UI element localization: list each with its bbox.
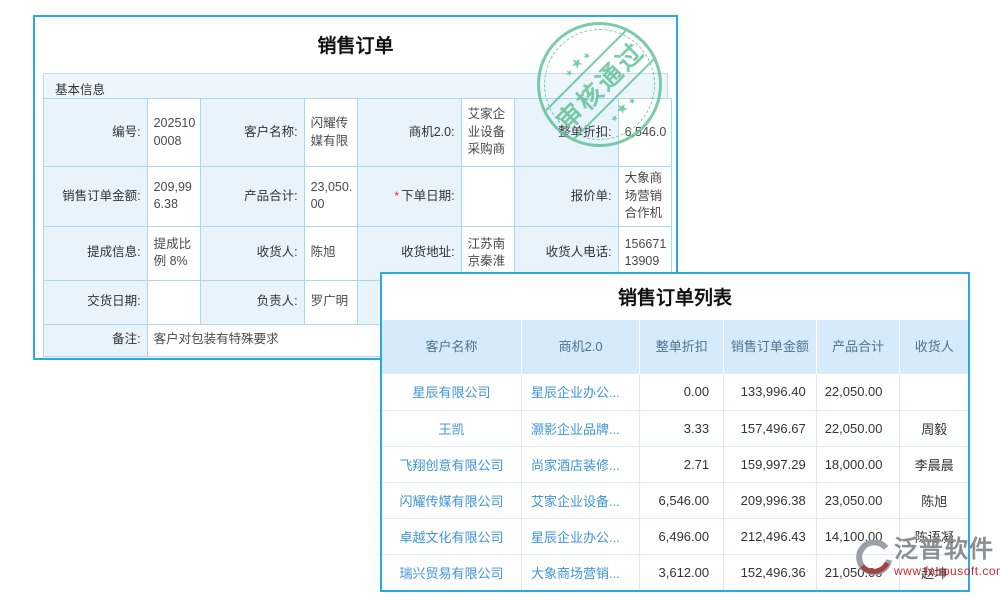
column-header-1: 商机2.0 (521, 320, 639, 374)
customer-link[interactable]: 卓越文化有限公司 (382, 518, 521, 554)
table-row[interactable]: 闪耀传媒有限公司艾家企业设备...6,546.00209,996.3823,05… (382, 482, 968, 518)
column-header-4: 产品合计 (816, 320, 900, 374)
form-field-label: 商机2.0: (357, 99, 461, 167)
form-row: 销售订单金额:209,996.38产品合计:23,050.00*下单日期: 报价单… (44, 167, 672, 227)
vendor-url: www.fanpusoft.com (894, 564, 1000, 578)
cell: 2.71 (640, 446, 724, 482)
form-field-label: *下单日期: (357, 167, 461, 227)
vendor-name: 泛普软件 (894, 536, 1000, 564)
form-field-value: 2025100008 (147, 99, 200, 167)
table-row[interactable]: 飞翔创意有限公司尚家酒店装修...2.71159,997.2918,000.00… (382, 446, 968, 482)
form-field-value: 陈旭 (304, 226, 357, 280)
table-row[interactable]: 星辰有限公司星辰企业办公...0.00133,996.4022,050.00 (382, 374, 968, 410)
cell: 23,050.00 (816, 482, 900, 518)
opportunity-link[interactable]: 灏影企业品牌... (521, 410, 639, 446)
cell: 159,997.29 (724, 446, 817, 482)
form-field-label: 报价单: (514, 167, 618, 227)
cell: 3.33 (640, 410, 724, 446)
form-field-label: 产品合计: (200, 167, 304, 227)
column-header-2: 整单折扣 (640, 320, 724, 374)
opportunity-link[interactable]: 大象商场营销... (521, 554, 639, 590)
column-header-5: 收货人 (900, 320, 968, 374)
cell: 157,496.67 (724, 410, 817, 446)
vendor-watermark: 泛普软件 www.fanpusoft.com (856, 536, 1000, 578)
form-field-label: 客户名称: (200, 99, 304, 167)
form-field-value: 209,996.38 (147, 167, 200, 227)
opportunity-link[interactable]: 艾家企业设备... (521, 482, 639, 518)
column-header-0: 客户名称 (382, 320, 521, 374)
cell: 0.00 (640, 374, 724, 410)
list-title: 销售订单列表 (382, 274, 968, 320)
form-field-label: 提成信息: (44, 226, 148, 280)
customer-link[interactable]: 王凯 (382, 410, 521, 446)
cell: 22,050.00 (816, 374, 900, 410)
customer-link[interactable]: 星辰有限公司 (382, 374, 521, 410)
cell: 18,000.00 (816, 446, 900, 482)
form-field-value (147, 280, 200, 324)
cell: 209,996.38 (724, 482, 817, 518)
cell: 3,612.00 (640, 554, 724, 590)
cell: 6,496.00 (640, 518, 724, 554)
form-field-label: 备注: (44, 324, 148, 356)
cell: 6,546.00 (640, 482, 724, 518)
form-field-value: 23,050.00 (304, 167, 357, 227)
cell: 陈旭 (900, 482, 968, 518)
cell: 22,050.00 (816, 410, 900, 446)
opportunity-link[interactable]: 尚家酒店装修... (521, 446, 639, 482)
fanpu-logo-icon (856, 540, 892, 576)
cell: 133,996.40 (724, 374, 817, 410)
form-field-label: 编号: (44, 99, 148, 167)
opportunity-link[interactable]: 星辰企业办公... (521, 374, 639, 410)
form-field-label: 销售订单金额: (44, 167, 148, 227)
form-field-value: 罗广明 (304, 280, 357, 324)
customer-link[interactable]: 飞翔创意有限公司 (382, 446, 521, 482)
form-field-label: 收货人: (200, 226, 304, 280)
cell: 周毅 (900, 410, 968, 446)
form-field-label: 交货日期: (44, 280, 148, 324)
approval-stamp: ★★★ 审核通过 ★★★ (537, 22, 662, 147)
cell: 212,496.43 (724, 518, 817, 554)
form-field-value: 提成比例 8% (147, 226, 200, 280)
column-header-3: 销售订单金额 (724, 320, 817, 374)
form-field-value: 艾家企业设备采购商 (461, 99, 514, 167)
opportunity-link[interactable]: 星辰企业办公... (521, 518, 639, 554)
cell (900, 374, 968, 410)
form-field-value (461, 167, 514, 227)
form-field-value: 大象商场营销合作机 (618, 167, 671, 227)
customer-link[interactable]: 瑞兴贸易有限公司 (382, 554, 521, 590)
cell: 李晨晨 (900, 446, 968, 482)
form-field-label: 负责人: (200, 280, 304, 324)
stamp-text: 审核通过 (546, 31, 652, 137)
required-asterisk: * (394, 189, 399, 203)
table-row[interactable]: 王凯灏影企业品牌...3.33157,496.6722,050.00周毅 (382, 410, 968, 446)
list-header-row: 客户名称商机2.0整单折扣销售订单金额产品合计收货人 (382, 320, 968, 374)
form-field-value: 闪耀传媒有限 (304, 99, 357, 167)
customer-link[interactable]: 闪耀传媒有限公司 (382, 482, 521, 518)
cell: 152,496.36 (724, 554, 817, 590)
